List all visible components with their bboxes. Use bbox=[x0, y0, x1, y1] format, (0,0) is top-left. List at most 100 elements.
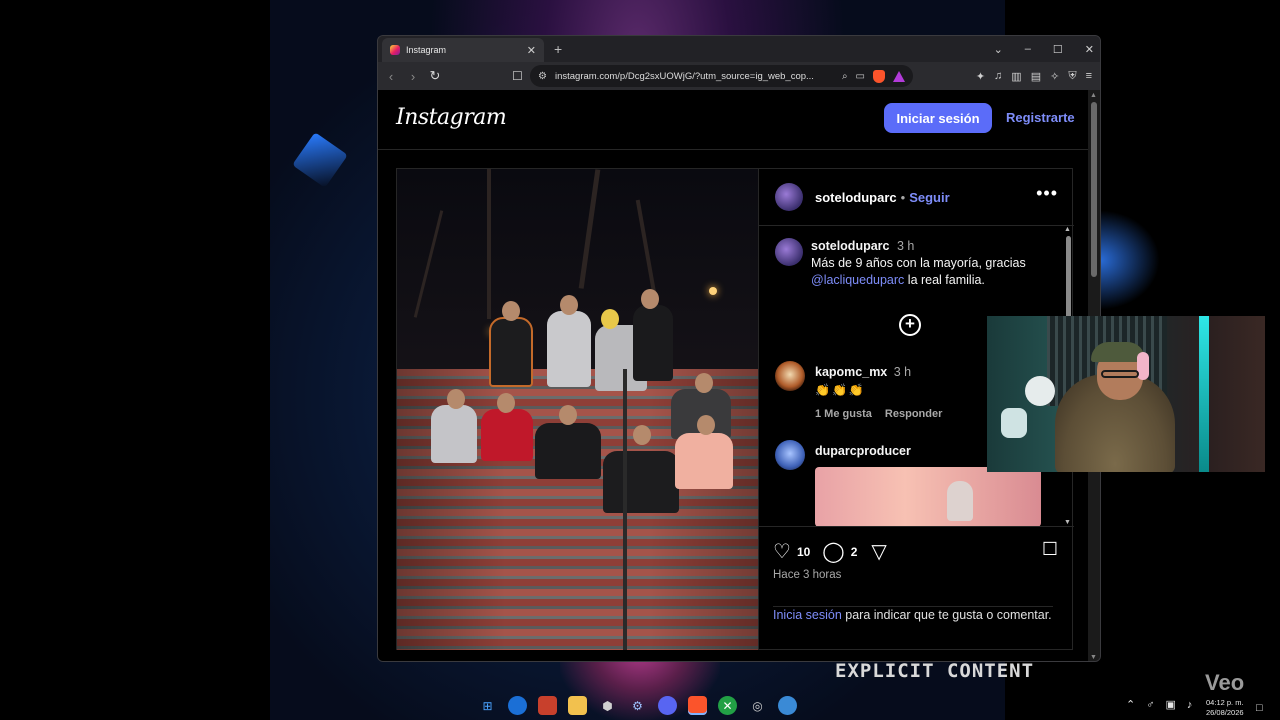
photo-person bbox=[547, 311, 591, 387]
extensions-icon[interactable]: ✦ bbox=[976, 70, 985, 83]
scroll-down-arrow-icon[interactable]: ▼ bbox=[1064, 519, 1071, 526]
tab-close-icon[interactable]: ✕ bbox=[527, 44, 536, 57]
photo-person bbox=[633, 305, 673, 381]
follow-button[interactable]: Seguir bbox=[909, 190, 949, 205]
load-more-comments-icon[interactable]: + bbox=[899, 314, 921, 336]
caption-text-end: la real familia. bbox=[904, 273, 985, 287]
browser-tab-instagram[interactable]: Instagram ✕ bbox=[382, 38, 544, 62]
network-icon[interactable]: ▣ bbox=[1165, 698, 1175, 711]
wallet-icon[interactable]: ▤ bbox=[1031, 70, 1041, 83]
photo-person-head bbox=[447, 389, 465, 409]
commenter-avatar[interactable] bbox=[775, 361, 805, 391]
photo-person bbox=[675, 433, 733, 489]
photo-person bbox=[535, 423, 601, 479]
post-caption: soteloduparc 3 h Más de 9 años con la ma… bbox=[775, 238, 1055, 289]
signup-link[interactable]: Registrarte bbox=[1006, 110, 1075, 125]
notification-bell-icon[interactable]: □ bbox=[1256, 702, 1263, 714]
save-bookmark-icon[interactable]: ☐ bbox=[1042, 539, 1058, 560]
back-icon[interactable]: ‹ bbox=[384, 69, 398, 84]
caption-username[interactable]: soteloduparc bbox=[811, 239, 890, 253]
forward-icon[interactable]: › bbox=[406, 69, 420, 84]
news-app-icon[interactable] bbox=[538, 696, 557, 715]
close-window-button[interactable]: ✕ bbox=[1085, 43, 1094, 56]
brave-shields-icon[interactable] bbox=[873, 69, 885, 83]
comment-likes[interactable]: 1 Me gusta bbox=[815, 408, 872, 420]
media-icon[interactable]: ♫ bbox=[994, 70, 1002, 82]
comment-username[interactable]: kapomc_mx bbox=[815, 365, 887, 379]
start-windows-icon[interactable]: ⊞ bbox=[478, 696, 497, 715]
photo-tree bbox=[487, 169, 491, 319]
file-explorer-icon[interactable] bbox=[568, 696, 587, 715]
app-cube-icon[interactable]: ⬢ bbox=[598, 696, 617, 715]
page-scroll-up-icon[interactable]: ▲ bbox=[1090, 92, 1097, 99]
edge-browser-icon[interactable] bbox=[508, 696, 527, 715]
photo-person-head bbox=[641, 289, 659, 309]
menu-icon[interactable]: ≡ bbox=[1086, 70, 1092, 82]
tab-title: Instagram bbox=[406, 45, 447, 55]
more-options-icon[interactable]: ••• bbox=[1036, 183, 1058, 204]
page-scroll-down-icon[interactable]: ▼ bbox=[1090, 654, 1097, 661]
tab-list-dropdown-icon[interactable]: ⌄ bbox=[994, 43, 1003, 56]
login-prompt-text: para indicar que te gusta o comentar. bbox=[841, 608, 1052, 622]
photo-person-head bbox=[559, 405, 577, 425]
taskbar-clock[interactable]: 04:12 p. m. 26/08/2026 bbox=[1206, 698, 1244, 718]
comments-scroll-thumb[interactable] bbox=[1066, 236, 1071, 321]
post-photo[interactable] bbox=[397, 169, 758, 650]
author-avatar[interactable] bbox=[775, 183, 803, 211]
likes-count[interactable]: 10 bbox=[797, 545, 810, 559]
webcam-teal-light bbox=[1199, 316, 1209, 472]
scroll-up-arrow-icon[interactable]: ▲ bbox=[1064, 226, 1071, 233]
discord-icon[interactable] bbox=[658, 696, 677, 715]
bookmark-page-icon[interactable]: ☐ bbox=[512, 69, 523, 83]
post-actions: ♡ 10 ◯ 2 ▽ ☐ Hace 3 horas Inicia sesión … bbox=[759, 526, 1074, 650]
volume-icon[interactable]: ♪ bbox=[1187, 699, 1193, 711]
maximize-button[interactable]: ☐ bbox=[1053, 43, 1063, 56]
author-username[interactable]: soteloduparc bbox=[815, 190, 897, 205]
instagram-favicon-icon bbox=[390, 45, 400, 55]
tray-chevron-icon[interactable]: ⌃ bbox=[1126, 698, 1135, 711]
comment-bubble-icon[interactable]: ◯ bbox=[822, 539, 844, 564]
caption-mention-link[interactable]: @lacliqueduparc bbox=[811, 273, 904, 287]
comment-username[interactable]: duparcproducer bbox=[815, 444, 911, 458]
url-text[interactable]: instagram.com/p/Dcg2sxUOWjG/?utm_source=… bbox=[555, 71, 834, 82]
brave-browser-icon[interactable] bbox=[688, 696, 707, 715]
minimize-button[interactable]: – bbox=[1025, 43, 1031, 55]
obs-icon[interactable]: ◎ bbox=[748, 696, 767, 715]
instagram-post: soteloduparc • Seguir ••• soteloduparc 3… bbox=[396, 168, 1074, 650]
photo-person-head bbox=[502, 301, 520, 321]
webcam-glasses bbox=[1101, 370, 1139, 378]
comment-media-thumbnail[interactable] bbox=[815, 467, 1041, 526]
reload-icon[interactable]: ↻ bbox=[428, 68, 442, 84]
cast-icon[interactable]: ▭ bbox=[856, 71, 865, 82]
explicit-content-label: EXPLICIT CONTENT bbox=[835, 660, 1035, 682]
like-heart-icon[interactable]: ♡ bbox=[773, 539, 791, 564]
login-button[interactable]: Iniciar sesión bbox=[884, 103, 992, 133]
steam-icon[interactable]: ⚙ bbox=[628, 696, 647, 715]
veo-watermark: Veo bbox=[1205, 670, 1245, 695]
post-header: soteloduparc • Seguir ••• bbox=[759, 169, 1074, 226]
comment-reply-button[interactable]: Responder bbox=[885, 408, 942, 420]
sidebar-icon[interactable]: ▥ bbox=[1011, 70, 1021, 83]
zoom-icon[interactable]: ⌕ bbox=[842, 71, 848, 82]
brave-rewards-icon[interactable] bbox=[893, 70, 905, 82]
system-tray: ⌃ ♂ ▣ ♪ bbox=[1126, 698, 1193, 712]
commenter-avatar[interactable] bbox=[775, 440, 805, 470]
vpn-icon[interactable]: ⛨ bbox=[1068, 70, 1076, 83]
caption-text: Más de 9 años con la mayoría, gracias bbox=[811, 256, 1026, 270]
comment-text: 👏👏👏 bbox=[815, 383, 866, 397]
microphone-icon[interactable]: ♂ bbox=[1146, 699, 1154, 711]
caption-body: soteloduparc 3 h Más de 9 años con la ma… bbox=[811, 238, 1055, 289]
web-page: Instagram Iniciar sesión Registrarte sot… bbox=[378, 90, 1090, 661]
caption-avatar[interactable] bbox=[775, 238, 803, 266]
leo-ai-icon[interactable]: ✧ bbox=[1050, 70, 1059, 83]
window-controls: ⌄ – ☐ ✕ bbox=[994, 36, 1094, 62]
page-scroll-thumb[interactable] bbox=[1091, 102, 1097, 277]
globe-app-icon[interactable] bbox=[778, 696, 797, 715]
site-info-icon[interactable]: ⚙ bbox=[538, 71, 547, 82]
xbox-icon[interactable]: ✕ bbox=[718, 696, 737, 715]
instagram-logo[interactable]: Instagram bbox=[396, 105, 507, 130]
share-paper-plane-icon[interactable]: ▽ bbox=[871, 539, 886, 564]
new-tab-button[interactable]: + bbox=[554, 41, 562, 57]
address-bar[interactable]: ⚙ instagram.com/p/Dcg2sxUOWjG/?utm_sourc… bbox=[530, 65, 913, 87]
login-prompt-link[interactable]: Inicia sesión bbox=[773, 608, 842, 622]
